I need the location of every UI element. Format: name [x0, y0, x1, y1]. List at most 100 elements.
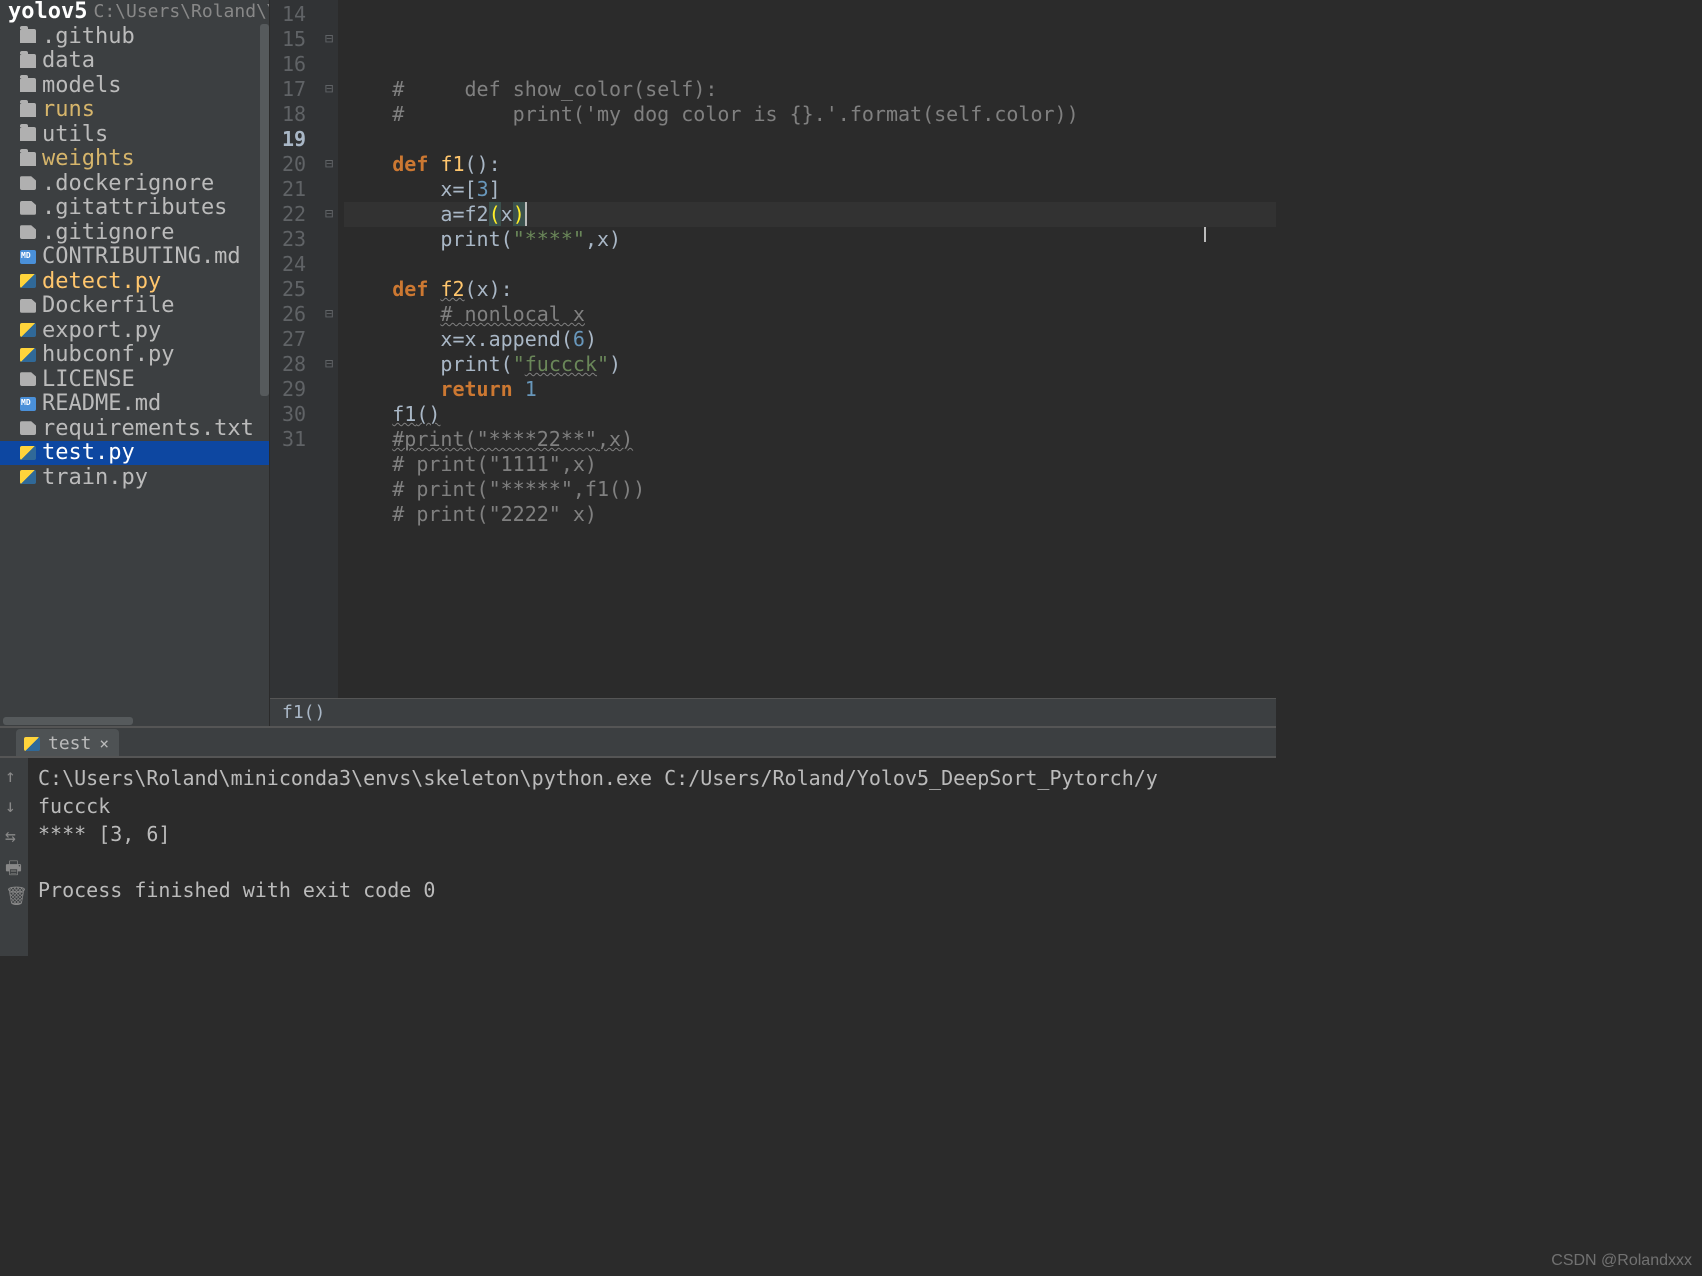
- code-line[interactable]: x=x.append(6): [344, 327, 1276, 352]
- tree-item-utils[interactable]: utils: [0, 122, 269, 147]
- code-text[interactable]: # def show_color(self): # print('my dog …: [338, 0, 1276, 698]
- line-number[interactable]: 21: [282, 177, 306, 202]
- tree-item--gitignore[interactable]: .gitignore: [0, 220, 269, 245]
- code-line[interactable]: print("****",x): [344, 227, 1276, 252]
- code-line[interactable]: def f1():: [344, 152, 1276, 177]
- fold-toggle-icon[interactable]: ⊟: [320, 152, 338, 177]
- project-root[interactable]: yolov5 C:\Users\Roland\Yolov5_De: [0, 0, 269, 24]
- tree-item-requirements-txt[interactable]: requirements.txt: [0, 416, 269, 441]
- line-number[interactable]: 27: [282, 327, 306, 352]
- tree-item-runs[interactable]: runs: [0, 98, 269, 123]
- fold-toggle-icon[interactable]: ⊟: [320, 77, 338, 102]
- code-line[interactable]: [344, 127, 1276, 152]
- line-number[interactable]: 14: [282, 2, 306, 27]
- code-line[interactable]: # print("1111",x): [344, 452, 1276, 477]
- horizontal-scrollbar[interactable]: [0, 716, 269, 726]
- md-icon: [20, 250, 36, 264]
- file-icon: [20, 176, 36, 190]
- line-number[interactable]: 17: [282, 77, 306, 102]
- code-line[interactable]: print("fuccck"): [344, 352, 1276, 377]
- run-tab-test[interactable]: test ×: [16, 729, 119, 756]
- folder-icon: [20, 127, 36, 141]
- fold-toggle-icon[interactable]: ⊟: [320, 27, 338, 52]
- tree-item-detect-py[interactable]: detect.py: [0, 269, 269, 294]
- code-line[interactable]: a=f2(x): [344, 202, 1276, 227]
- code-line[interactable]: return 1: [344, 377, 1276, 402]
- line-number[interactable]: 19: [282, 127, 306, 152]
- fold-toggle-icon[interactable]: ⊟: [320, 302, 338, 327]
- py-icon: [20, 446, 36, 460]
- run-tool-window: test × ↑ ↓ ⇆ 🖶 🗑 C:\Users\Roland\minicon…: [0, 726, 1276, 956]
- tree-item-README-md[interactable]: README.md: [0, 392, 269, 417]
- project-path: C:\Users\Roland\Yolov5_De: [93, 1, 269, 22]
- tree-item-label: utils: [42, 122, 108, 147]
- tree-item-weights[interactable]: weights: [0, 147, 269, 172]
- up-arrow-icon[interactable]: ↑: [5, 766, 23, 784]
- folder-icon: [20, 29, 36, 43]
- line-number[interactable]: 29: [282, 377, 306, 402]
- code-line[interactable]: # print("2222" x): [344, 502, 1276, 527]
- line-number[interactable]: 30: [282, 402, 306, 427]
- folder-icon: [20, 152, 36, 166]
- tree-item-CONTRIBUTING-md[interactable]: CONTRIBUTING.md: [0, 245, 269, 270]
- code-line[interactable]: # print("*****",f1()): [344, 477, 1276, 502]
- fold-toggle-icon[interactable]: ⊟: [320, 352, 338, 377]
- run-gutter: ↑ ↓ ⇆ 🖶 🗑: [0, 758, 28, 956]
- tree-item-label: weights: [42, 146, 135, 171]
- line-number[interactable]: 22: [282, 202, 306, 227]
- line-number[interactable]: 26: [282, 302, 306, 327]
- tree-item-label: data: [42, 48, 95, 73]
- tree-scrollbar[interactable]: [260, 24, 269, 396]
- fold-toggle-icon[interactable]: ⊟: [320, 202, 338, 227]
- line-number[interactable]: 23: [282, 227, 306, 252]
- tree-item-models[interactable]: models: [0, 73, 269, 98]
- code-area[interactable]: 141516171819202122232425262728293031 ⊟⊟⊟…: [270, 0, 1276, 698]
- line-number[interactable]: 28: [282, 352, 306, 377]
- line-number[interactable]: 25: [282, 277, 306, 302]
- trash-icon[interactable]: 🗑: [5, 886, 23, 904]
- fold-gutter[interactable]: ⊟ ⊟ ⊟ ⊟ ⊟ ⊟: [320, 0, 338, 698]
- line-number[interactable]: 24: [282, 252, 306, 277]
- tree-item--dockerignore[interactable]: .dockerignore: [0, 171, 269, 196]
- code-line[interactable]: # nonlocal x: [344, 302, 1276, 327]
- tree-item-label: hubconf.py: [42, 342, 174, 367]
- tree-item-label: train.py: [42, 465, 148, 490]
- tree-item-label: CONTRIBUTING.md: [42, 244, 241, 269]
- code-line[interactable]: # print('my dog color is {}.'.format(sel…: [344, 102, 1276, 127]
- print-icon[interactable]: 🖶: [5, 856, 23, 874]
- tree-item--github[interactable]: .github: [0, 24, 269, 49]
- breadcrumb[interactable]: f1(): [270, 698, 1276, 726]
- tree-item-Dockerfile[interactable]: Dockerfile: [0, 294, 269, 319]
- tree-item-LICENSE[interactable]: LICENSE: [0, 367, 269, 392]
- down-arrow-icon[interactable]: ↓: [5, 796, 23, 814]
- soft-wrap-icon[interactable]: ⇆: [5, 826, 23, 844]
- tree-item-data[interactable]: data: [0, 49, 269, 74]
- project-tree[interactable]: .githubdatamodelsrunsutilsweights.docker…: [0, 24, 269, 714]
- tree-item-hubconf-py[interactable]: hubconf.py: [0, 343, 269, 368]
- scrollbar-thumb[interactable]: [3, 717, 133, 725]
- line-number[interactable]: 18: [282, 102, 306, 127]
- py-icon: [20, 323, 36, 337]
- code-line[interactable]: # def show_color(self):: [344, 77, 1276, 102]
- tree-item--gitattributes[interactable]: .gitattributes: [0, 196, 269, 221]
- line-number[interactable]: 15: [282, 27, 306, 52]
- tree-item-train-py[interactable]: train.py: [0, 465, 269, 490]
- line-number-gutter[interactable]: 141516171819202122232425262728293031: [270, 0, 320, 698]
- tree-item-label: runs: [42, 97, 95, 122]
- code-line[interactable]: #print("****22**",x): [344, 427, 1276, 452]
- close-icon[interactable]: ×: [99, 734, 109, 753]
- code-line[interactable]: def f2(x):: [344, 277, 1276, 302]
- tree-item-label: detect.py: [42, 269, 161, 294]
- tree-item-export-py[interactable]: export.py: [0, 318, 269, 343]
- python-icon: [24, 737, 40, 751]
- console-output[interactable]: C:\Users\Roland\miniconda3\envs\skeleton…: [28, 758, 1276, 956]
- code-line[interactable]: x=[3]: [344, 177, 1276, 202]
- code-line[interactable]: f1(): [344, 402, 1276, 427]
- line-number[interactable]: 20: [282, 152, 306, 177]
- line-number[interactable]: 16: [282, 52, 306, 77]
- tree-item-test-py[interactable]: test.py: [0, 441, 269, 466]
- file-icon: [20, 372, 36, 386]
- code-line[interactable]: [344, 252, 1276, 277]
- line-number[interactable]: 31: [282, 427, 306, 452]
- project-tool-window: yolov5 C:\Users\Roland\Yolov5_De .github…: [0, 0, 270, 726]
